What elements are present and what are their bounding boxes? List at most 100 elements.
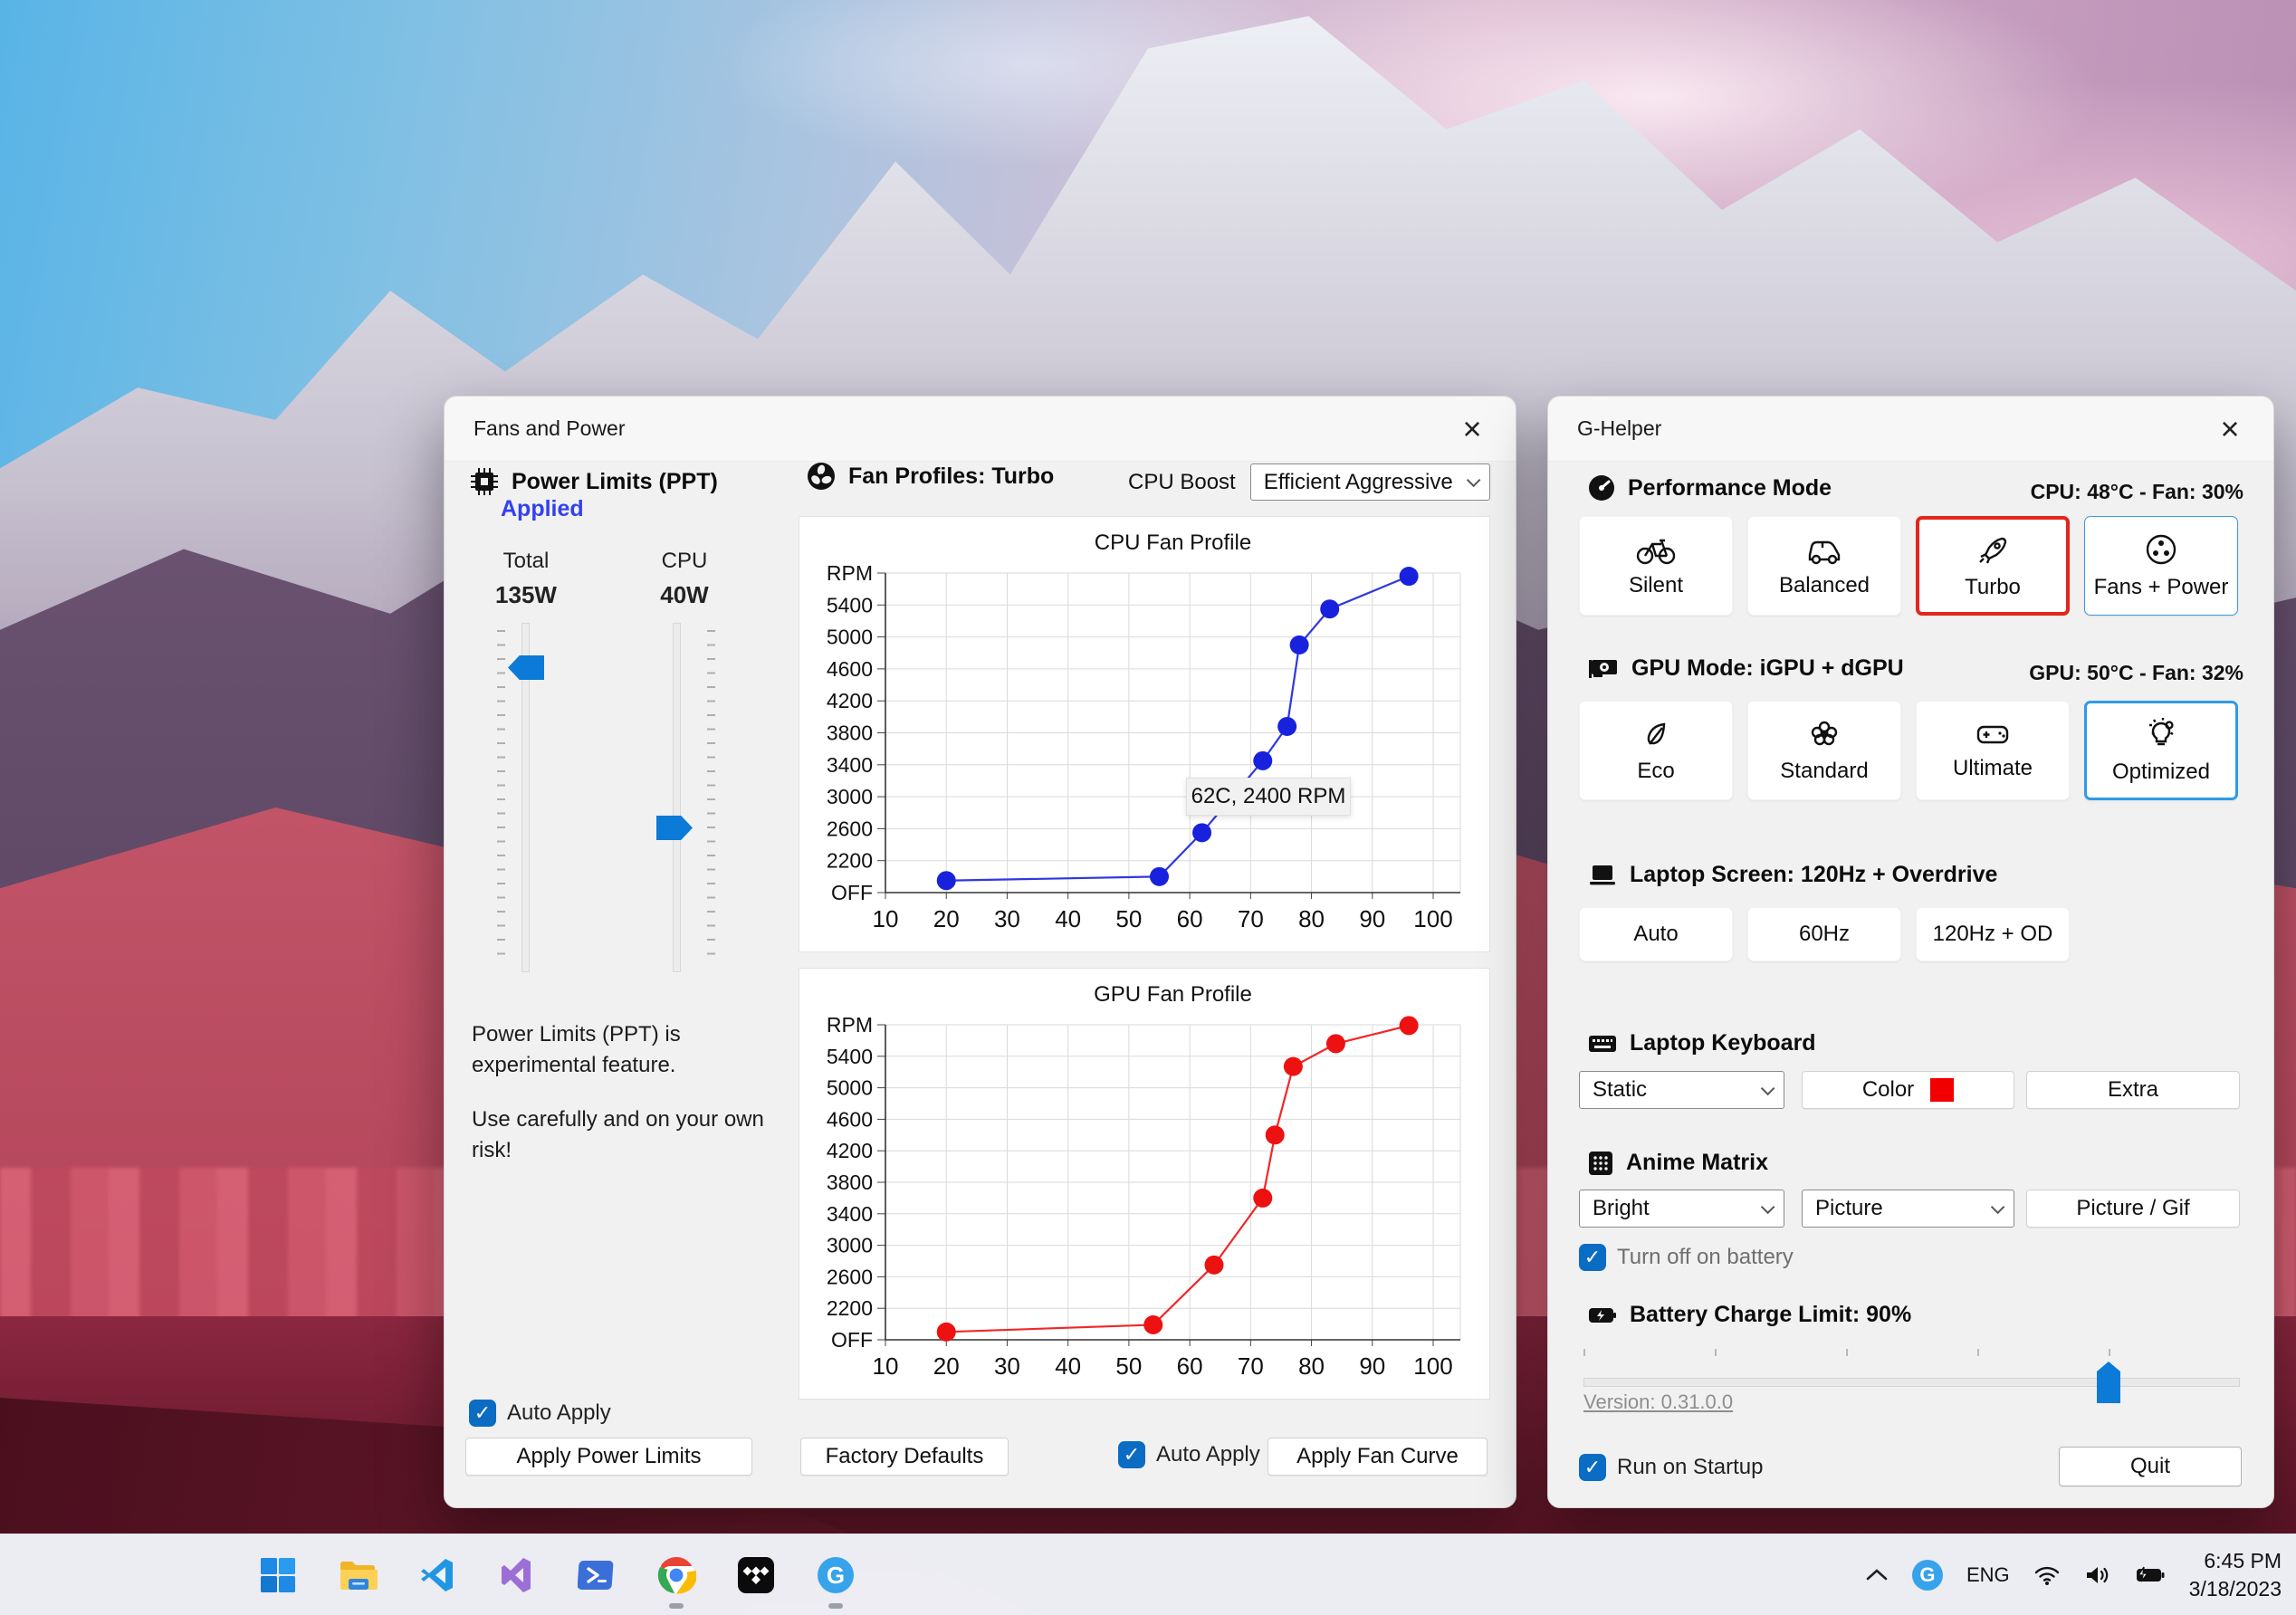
turn-off-on-battery-checkbox[interactable]: ✓ [1579,1244,1606,1271]
laptop-screen-heading: Laptop Screen: 120Hz + Overdrive [1588,862,1997,888]
gpu-fan-chart[interactable]: GPU Fan Profile 10 20 30 40 50 60 70 80 90 100 OFF 2… [799,969,1491,1400]
svg-text:70: 70 [1238,905,1264,932]
ghelper-titlebar[interactable]: G-Helper × [1548,397,2273,462]
tidal-icon [738,1557,774,1593]
svg-text:70: 70 [1238,1352,1264,1380]
clock[interactable]: 6:45 PM 3/18/2023 [2189,1547,2282,1603]
terminal-button[interactable] [575,1553,618,1597]
cpu-fan-chart[interactable]: CPU Fan Profile 10 20 30 40 50 60 70 80 90 100 OFF 2… [799,517,1491,953]
gpu-mode-heading: GPU Mode: iGPU + dGPU [1588,655,1904,682]
cpu-boost-select[interactable]: Efficient Aggressive [1249,463,1490,501]
fan-auto-apply-row: ✓ Auto Apply [1118,1441,1260,1468]
performance-mode-heading: Performance Mode [1588,474,1832,502]
smart-bulb-icon [2149,718,2174,746]
bicycle-icon [1636,539,1676,565]
screen-60hz-button[interactable]: 60Hz [1747,907,1901,961]
apply-fan-curve-button[interactable]: Apply Fan Curve [1268,1438,1488,1476]
gpu-card-icon [1589,659,1617,678]
svg-text:CPU Fan Profile: CPU Fan Profile [1095,530,1251,555]
matrix-brightness-select[interactable]: Bright [1579,1190,1784,1228]
svg-text:4600: 4600 [827,1107,873,1131]
gpu-temp-status: GPU: 50°C - Fan: 32% [2029,661,2243,684]
running-indicator [669,1603,684,1609]
tidal-button[interactable] [734,1553,778,1597]
visual-studio-button[interactable] [495,1553,539,1597]
svg-text:2600: 2600 [827,817,873,840]
total-power-value: 135W [495,581,557,608]
tray-chevron-up-icon[interactable] [1865,1567,1889,1583]
fans-window-title: Fans and Power [474,416,626,440]
ghelper-taskbar-button[interactable]: G [814,1553,857,1609]
svg-text:5000: 5000 [827,626,873,649]
svg-text:20: 20 [933,1352,960,1380]
keyboard-extra-button[interactable]: Extra [2026,1071,2240,1109]
power-auto-apply-checkbox[interactable]: ✓ [469,1400,496,1427]
run-on-startup-checkbox[interactable]: ✓ [1579,1454,1606,1481]
gpu-standard-button[interactable]: Standard [1747,701,1901,800]
cpu-temp-status: CPU: 48°C - Fan: 30% [2030,480,2243,503]
svg-text:5400: 5400 [827,593,873,616]
close-icon[interactable]: × [2210,409,2250,449]
svg-text:4600: 4600 [827,657,873,681]
chevron-down-icon [1990,1199,2005,1214]
svg-text:90: 90 [1359,905,1385,932]
battery-charging-icon[interactable] [2135,1564,2166,1586]
svg-text:3800: 3800 [827,1171,873,1194]
svg-text:40: 40 [1055,905,1081,932]
file-explorer-button[interactable] [336,1553,379,1597]
total-power-slider-handle[interactable] [508,655,544,680]
chrome-button[interactable] [655,1553,698,1609]
vscode-button[interactable] [416,1553,459,1597]
volume-icon[interactable] [2084,1563,2111,1587]
cpu-power-slider[interactable] [673,623,681,972]
gpu-eco-button[interactable]: Eco [1579,701,1733,800]
svg-text:3400: 3400 [827,753,873,777]
keyboard-mode-select[interactable]: Static [1579,1071,1784,1109]
gpu-ultimate-button[interactable]: Ultimate [1916,701,2070,800]
svg-text:30: 30 [994,905,1020,932]
car-icon [1808,540,1841,565]
cpu-fan-chart-panel: CPU Fan Profile 10 20 30 40 50 60 70 80 90 100 OFF 2… [799,516,1490,952]
fan-auto-apply-checkbox[interactable]: ✓ [1118,1441,1145,1468]
svg-text:4200: 4200 [827,689,873,712]
svg-text:90: 90 [1359,1352,1385,1380]
screen-auto-button[interactable]: Auto [1579,907,1733,961]
matrix-battery-row: ✓ Turn off on battery [1579,1244,1794,1271]
svg-text:2200: 2200 [827,1296,873,1320]
svg-text:100: 100 [1413,1352,1452,1380]
mode-fans-power-button[interactable]: Fans + Power [2084,516,2238,616]
cpu-power-column: CPU 40W [630,549,739,609]
language-indicator[interactable]: ENG [1966,1563,2010,1587]
close-icon[interactable]: × [1452,409,1492,449]
apply-power-limits-button[interactable]: Apply Power Limits [465,1438,752,1476]
battery-slider-handle[interactable] [2097,1362,2120,1403]
svg-text:RPM: RPM [827,561,873,585]
cpu-boost-label: CPU Boost [1128,469,1236,494]
screen-120hz-od-button[interactable]: 120Hz + OD [1916,907,2070,961]
start-button[interactable] [256,1553,300,1597]
factory-defaults-button[interactable]: Factory Defaults [800,1438,1009,1476]
version-link[interactable]: Version: 0.31.0.0 [1583,1390,1733,1414]
mode-silent-button[interactable]: Silent [1579,516,1733,616]
chevron-down-icon [1466,473,1481,488]
anime-matrix-heading: Anime Matrix [1588,1150,1768,1176]
picture-gif-button[interactable]: Picture / Gif [2026,1190,2240,1228]
keyboard-color-button[interactable]: Color [1802,1071,2014,1109]
cpu-power-slider-handle[interactable] [656,816,693,840]
fans-window-titlebar[interactable]: Fans and Power × [445,397,1516,462]
vscode-icon [421,1559,453,1591]
mode-balanced-button[interactable]: Balanced [1747,516,1901,616]
ghelper-tray-icon[interactable]: G [1911,1560,1943,1591]
svg-text:GPU Fan Profile: GPU Fan Profile [1094,982,1252,1007]
wifi-icon[interactable] [2033,1564,2061,1586]
battery-slider-track[interactable] [1583,1378,2240,1387]
chevron-down-icon [1760,1081,1775,1095]
svg-text:40: 40 [1055,1352,1081,1380]
gpu-optimized-button[interactable]: Optimized [2084,701,2238,800]
quit-button[interactable]: Quit [2059,1447,2242,1486]
matrix-mode-select[interactable]: Picture [1802,1190,2014,1228]
system-tray: G ENG 6:45 PM 3/18/2023 [1865,1534,2282,1615]
svg-text:20: 20 [933,905,960,932]
run-on-startup-row: ✓ Run on Startup [1579,1454,1763,1481]
mode-turbo-button[interactable]: Turbo [1916,516,2070,616]
